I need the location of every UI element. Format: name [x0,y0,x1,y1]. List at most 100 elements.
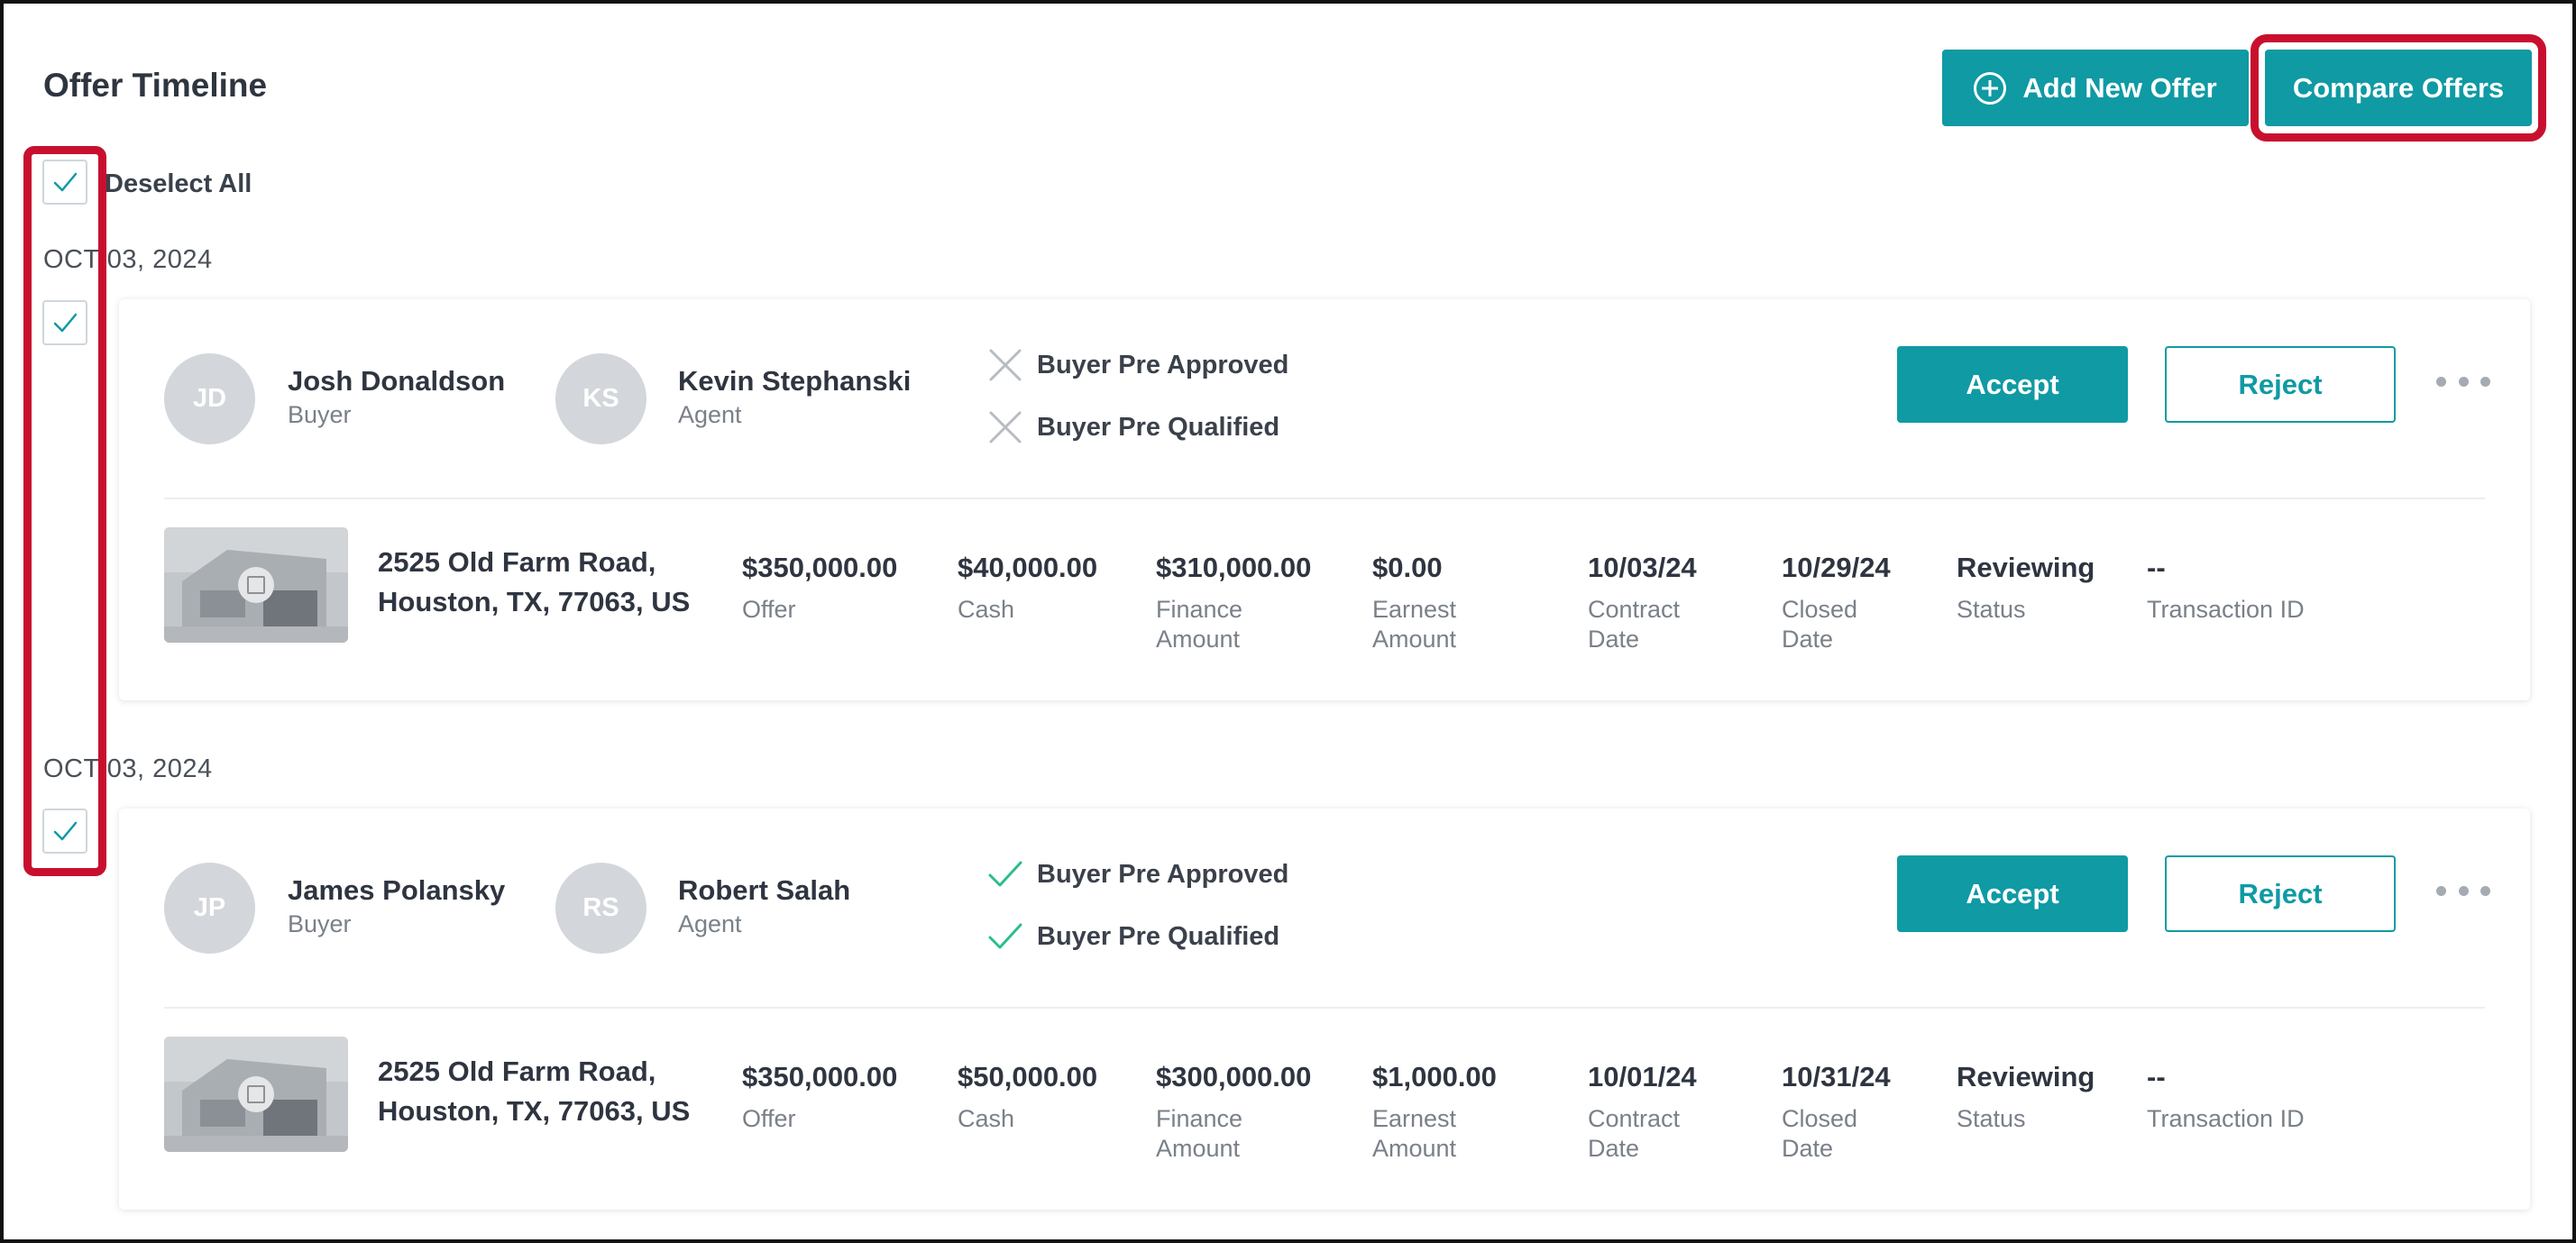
contract-date-label: Contract Date [1588,596,1681,653]
agent-role: Agent [678,910,742,937]
accept-button[interactable]: Accept [1897,855,2128,932]
earnest-amount-label: Earnest Amount [1372,596,1457,653]
buyer-role: Buyer [288,401,352,428]
plus-circle-icon [1974,71,2007,105]
reject-button[interactable]: Reject [2165,855,2396,932]
compare-offers-label: Compare Offers [2292,71,2505,104]
agent-name: Robert Salah [678,874,851,906]
cash-label: Cash [958,1105,1015,1132]
finance-amount-field: $310,000.00 Finance Amount [1156,552,1311,654]
address-line-1: 2525 Old Farm Road, [378,1056,656,1087]
transaction-id-field: -- Transaction ID [2147,552,2305,625]
check-icon [988,923,1022,949]
buyer-avatar: JP [164,863,255,954]
offer-date-label: OCT 03, 2024 [43,754,213,783]
cash-value: $50,000.00 [958,1061,1098,1092]
deselect-all-label: Deselect All [105,169,252,198]
agent-name: Kevin Stephanski [678,365,912,397]
offer-amount-value: $350,000.00 [742,552,898,583]
transaction-id-field: -- Transaction ID [2147,1061,2305,1134]
property-address: 2525 Old Farm Road, Houston, TX, 77063, … [378,543,702,622]
pre-approved-label: Buyer Pre Approved [1037,350,1289,379]
status-label: Status [1957,1105,2026,1132]
page-title: Offer Timeline [43,67,268,104]
finance-amount-label: Finance Amount [1156,596,1243,653]
add-new-offer-label: Add New Offer [2022,71,2217,104]
property-address: 2525 Old Farm Road, Houston, TX, 77063, … [378,1052,702,1131]
compare-offers-button[interactable]: Compare Offers [2265,50,2532,126]
accept-button[interactable]: Accept [1897,346,2128,423]
pre-approved-label: Buyer Pre Approved [1037,859,1289,889]
image-placeholder-icon [238,567,274,603]
cash-field: $50,000.00 Cash [958,1061,1097,1134]
transaction-id-value: -- [2147,1061,2166,1092]
earnest-amount-value: $1,000.00 [1372,1061,1497,1092]
more-options-icon[interactable] [2436,877,2490,904]
x-icon [989,349,1022,381]
contract-date-label: Contract Date [1588,1105,1681,1162]
buyer-name: James Polansky [288,874,506,906]
closed-date-label: Closed Date [1782,1105,1858,1162]
cash-field: $40,000.00 Cash [958,552,1097,625]
earnest-amount-field: $1,000.00 Earnest Amount [1372,1061,1497,1164]
finance-amount-label: Finance Amount [1156,1105,1243,1162]
contract-date-field: 10/01/24 Contract Date [1588,1061,1697,1164]
status-value: Reviewing [1957,1061,2095,1092]
offer-select-checkbox[interactable] [42,809,87,854]
earnest-amount-field: $0.00 Earnest Amount [1372,552,1481,654]
property-thumbnail [164,1037,348,1152]
offer-card: JD Josh Donaldson Buyer KS Kevin Stephan… [119,299,2530,700]
cash-value: $40,000.00 [958,552,1098,583]
deselect-all-checkbox[interactable] [42,160,87,205]
checkmark-icon [53,313,78,333]
status-field: Reviewing Status [1957,1061,2095,1134]
checkmark-icon [53,172,78,192]
closed-date-value: 10/31/24 [1782,1061,1891,1092]
offer-amount-field: $350,000.00 Offer [742,552,897,625]
earnest-amount-value: $0.00 [1372,552,1443,583]
offer-select-checkbox[interactable] [42,300,87,345]
address-line-2: Houston, TX, 77063, US [378,586,691,617]
transaction-id-label: Transaction ID [2147,1105,2305,1132]
checkmark-icon [53,821,78,841]
pre-qualified-label: Buyer Pre Qualified [1037,412,1280,442]
reject-button[interactable]: Reject [2165,346,2396,423]
status-value: Reviewing [1957,552,2095,583]
contract-date-field: 10/03/24 Contract Date [1588,552,1697,654]
closed-date-field: 10/31/24 Closed Date [1782,1061,1891,1164]
add-new-offer-button[interactable]: Add New Offer [1942,50,2249,126]
pre-qualified-status: Buyer Pre Qualified [986,408,1279,446]
pre-approved-status: Buyer Pre Approved [986,855,1288,893]
agent-avatar: RS [555,863,646,954]
contract-date-value: 10/03/24 [1588,552,1697,583]
earnest-amount-label: Earnest Amount [1372,1105,1457,1162]
finance-amount-value: $300,000.00 [1156,1061,1312,1092]
cash-label: Cash [958,596,1015,623]
pre-approved-status: Buyer Pre Approved [986,346,1288,384]
x-icon [989,411,1022,443]
buyer-role: Buyer [288,910,352,937]
finance-amount-value: $310,000.00 [1156,552,1312,583]
transaction-id-value: -- [2147,552,2166,583]
transaction-id-label: Transaction ID [2147,596,2305,623]
more-options-icon[interactable] [2436,368,2490,395]
offer-card: JP James Polansky Buyer RS Robert Salah … [119,809,2530,1210]
contract-date-value: 10/01/24 [1588,1061,1697,1092]
offer-date-label: OCT 03, 2024 [43,245,213,274]
closed-date-field: 10/29/24 Closed Date [1782,552,1891,654]
status-field: Reviewing Status [1957,552,2095,625]
card-divider [164,1007,2485,1009]
card-divider [164,498,2485,499]
closed-date-value: 10/29/24 [1782,552,1891,583]
address-line-2: Houston, TX, 77063, US [378,1095,691,1127]
closed-date-label: Closed Date [1782,596,1858,653]
agent-role: Agent [678,401,742,428]
app-window: Offer Timeline Add New Offer Compare Off… [0,0,2576,1243]
offer-amount-value: $350,000.00 [742,1061,898,1092]
finance-amount-field: $300,000.00 Finance Amount [1156,1061,1311,1164]
status-label: Status [1957,596,2026,623]
address-line-1: 2525 Old Farm Road, [378,546,656,578]
check-icon [988,861,1022,887]
pre-qualified-status: Buyer Pre Qualified [986,918,1279,955]
offer-amount-field: $350,000.00 Offer [742,1061,897,1134]
